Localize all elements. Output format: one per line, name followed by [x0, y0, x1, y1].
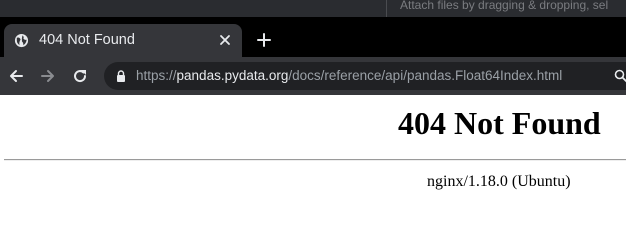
- url-path: /docs/reference/api/pandas.Float64Index.…: [288, 68, 563, 83]
- drop-hint-text: Attach files by dragging & dropping, sel: [400, 0, 609, 12]
- tab-title: 404 Not Found: [39, 32, 135, 48]
- arrow-left-icon[interactable]: [7, 67, 25, 85]
- arrow-right-icon[interactable]: [39, 67, 57, 85]
- divider: [4, 159, 626, 161]
- server-info: nginx/1.18.0 (Ubuntu): [427, 173, 571, 190]
- tab-active[interactable]: 404 Not Found: [4, 24, 242, 57]
- page-content: 404 Not Found nginx/1.18.0 (Ubuntu): [0, 95, 626, 242]
- globe-icon: [14, 33, 29, 48]
- url-scheme: https://: [136, 68, 177, 83]
- background-window-strip: Attach files by dragging & dropping, sel: [0, 0, 626, 17]
- close-icon[interactable]: [218, 33, 232, 47]
- plus-icon[interactable]: [256, 32, 272, 48]
- page-heading: 404 Not Found: [398, 105, 601, 141]
- reload-icon[interactable]: [71, 67, 89, 85]
- tab-strip: 404 Not Found: [0, 17, 626, 57]
- url-host: pandas.pydata.org: [176, 68, 289, 83]
- lock-icon[interactable]: [116, 70, 126, 82]
- browser-toolbar: https://pandas.pydata.org/docs/reference…: [0, 57, 626, 95]
- divider: [386, 0, 387, 17]
- url-text[interactable]: https://pandas.pydata.org/docs/reference…: [136, 67, 562, 85]
- search-icon[interactable]: [614, 69, 626, 83]
- address-bar[interactable]: https://pandas.pydata.org/docs/reference…: [104, 62, 626, 90]
